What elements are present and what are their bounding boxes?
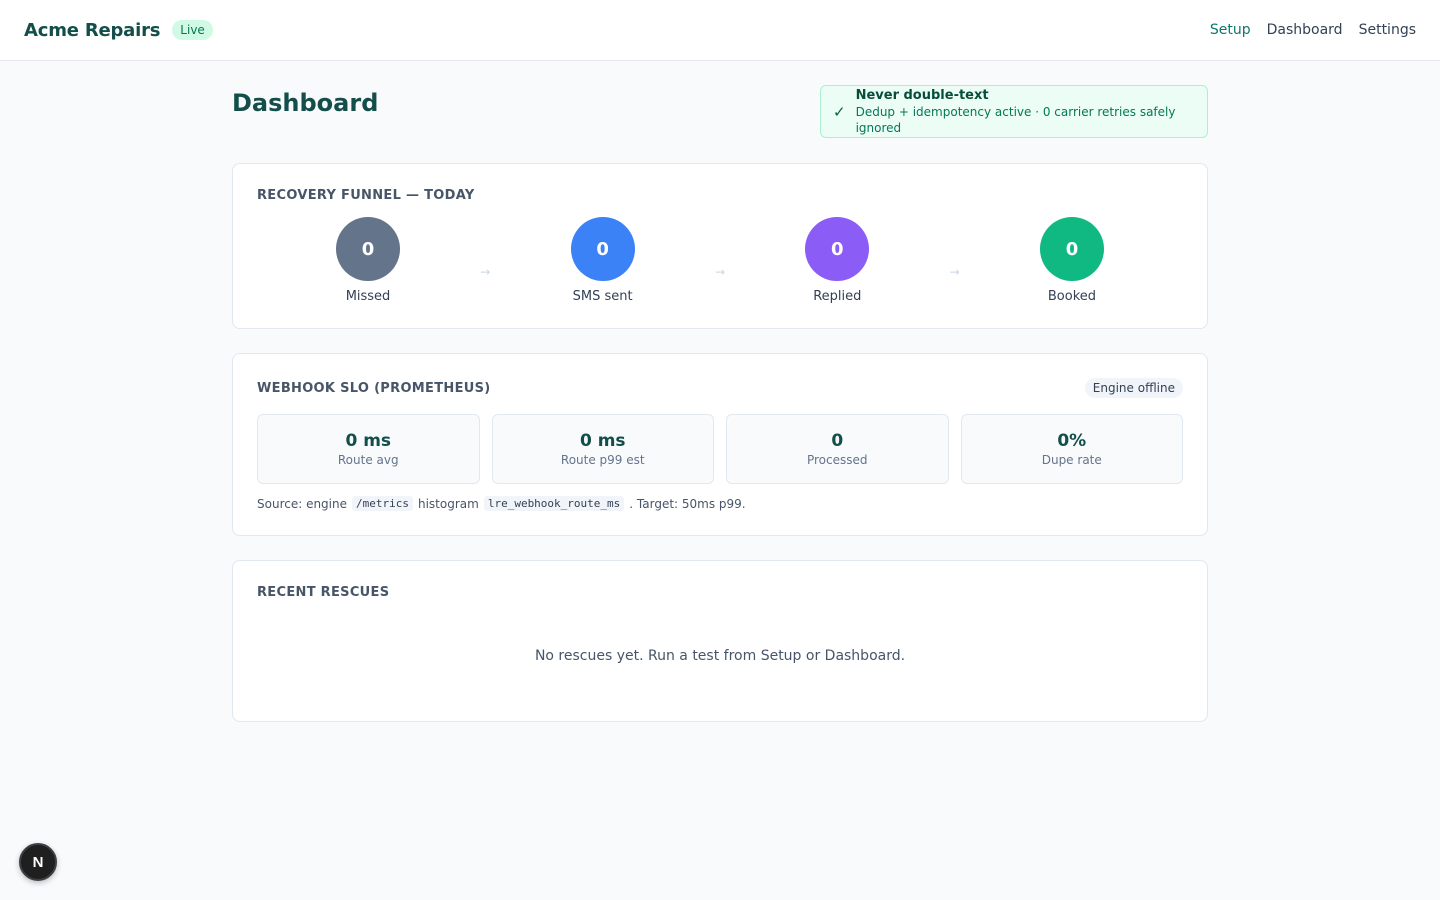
replied-label: Replied [813,289,862,304]
replied-count: 0 [805,217,870,281]
metric-label: Dupe rate [1041,453,1102,467]
brand-name[interactable]: Acme Repairs [24,20,160,41]
metric-dupe-rate: 0% Dupe rate [960,414,1183,484]
sms-sent-label: SMS sent [572,289,633,304]
recovery-funnel-title: Recovery funnel — today [257,188,475,203]
funnel-step-replied: 0 Replied [726,217,948,304]
arrow-right-icon: → [949,265,960,279]
metric-value: 0 [831,431,844,451]
nav-link-dashboard[interactable]: Dashboard [1267,22,1343,38]
source-suffix: . Target: 50ms p99. [629,496,746,511]
metric-value: 0 ms [345,431,392,451]
nav-link-setup[interactable]: Setup [1210,22,1251,38]
funnel-steps: 0 Missed → 0 SMS sent → 0 Replied → 0 Bo… [257,217,1183,304]
funnel-step-sms-sent: 0 SMS sent [492,217,714,304]
main-content: Dashboard ✓ Never double-text Dedup + id… [232,61,1208,722]
engine-status-badge: Engine offline [1084,378,1183,398]
metric-value: 0% [1057,431,1087,451]
dedup-status-banner: ✓ Never double-text Dedup + idempotency … [820,85,1208,138]
source-mid: histogram [417,496,479,511]
sms-sent-count: 0 [570,217,635,281]
source-prefix: Source: engine [257,496,347,511]
dedup-status-text: Never double-text Dedup + idempotency ac… [856,87,1195,136]
slo-metrics: 0 ms Route avg 0 ms Route p99 est 0 Proc… [257,414,1183,484]
metric-label: Route p99 est [560,453,645,467]
top-bar: Acme Repairs Live Setup Dashboard Settin… [0,0,1440,61]
metric-route-p99: 0 ms Route p99 est [491,414,714,484]
missed-label: Missed [345,289,391,304]
dev-tools-button[interactable]: N [19,843,57,881]
page-title: Dashboard [232,89,379,117]
arrow-right-icon: → [480,265,491,279]
metrics-endpoint-code: /metrics [352,496,413,511]
histogram-name-code: lre_webhook_route_ms [483,496,625,511]
recent-rescues-title: Recent rescues [257,585,390,600]
arrow-right-icon: → [714,265,726,279]
metrics-source-note: Source: engine /metrics histogram lre_we… [257,496,1183,511]
metric-label: Processed [806,453,868,467]
metric-processed: 0 Processed [726,414,949,484]
booked-label: Booked [1047,289,1097,304]
webhook-slo-card: Webhook SLO (Prometheus) Engine offline … [232,353,1208,536]
page-header: Dashboard ✓ Never double-text Dedup + id… [232,85,1208,138]
nav-link-settings[interactable]: Settings [1359,22,1416,38]
recovery-funnel-card: Recovery funnel — today 0 Missed → 0 SMS… [232,163,1208,329]
check-icon: ✓ [833,102,846,121]
empty-state-message: No rescues yet. Run a test from Setup or… [534,648,906,664]
funnel-step-missed: 0 Missed [257,217,479,304]
live-status-badge: Live [172,20,213,40]
main-nav: Setup Dashboard Settings [1210,22,1416,38]
recent-rescues-card: Recent rescues No rescues yet. Run a tes… [232,560,1208,722]
booked-count: 0 [1039,217,1104,281]
metric-route-avg: 0 ms Route avg [257,414,480,484]
brand: Acme Repairs Live [24,20,213,41]
funnel-step-booked: 0 Booked [961,217,1183,304]
webhook-slo-title: Webhook SLO (Prometheus) [257,380,491,396]
missed-count: 0 [336,217,400,281]
metric-label: Route avg [337,453,399,467]
dedup-status-title: Never double-text [855,88,989,103]
metric-value: 0 ms [579,431,626,451]
dedup-status-subtitle: Dedup + idempotency active · 0 carrier r… [855,105,1176,135]
webhook-slo-header: Webhook SLO (Prometheus) Engine offline [257,378,1183,398]
